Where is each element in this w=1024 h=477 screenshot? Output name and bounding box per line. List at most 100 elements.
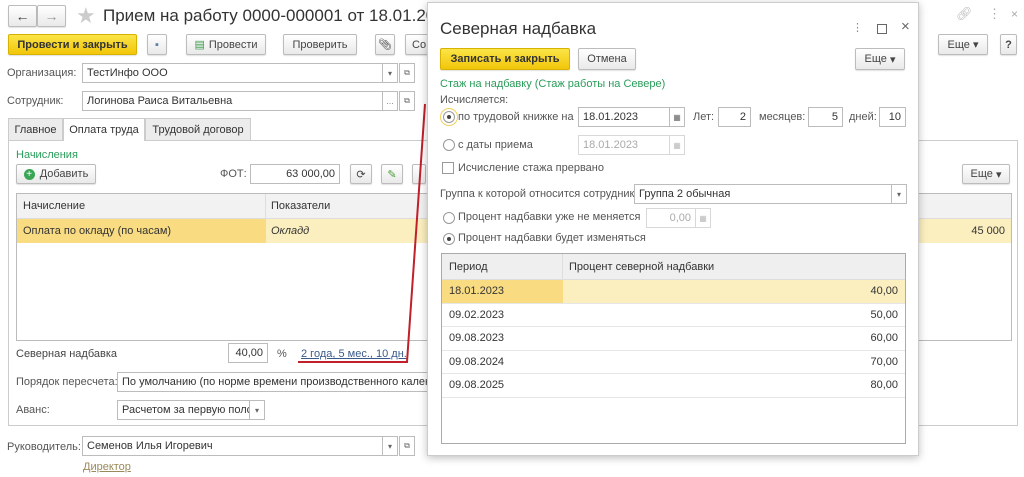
employee-field[interactable]: Логинова Раиса Витальевна xyxy=(82,91,383,111)
more-vert-icon[interactable]: ⋮ xyxy=(852,21,863,34)
years-field[interactable]: 2 xyxy=(718,107,751,127)
employee-label: Сотрудник: xyxy=(7,95,64,107)
save-icon[interactable]: ▪ xyxy=(147,34,167,55)
group-field[interactable]: Группа 2 обычная xyxy=(634,184,892,204)
open-icon[interactable]: ⧉ xyxy=(399,436,415,456)
arrow-right-icon: → xyxy=(44,8,59,24)
column-header-period[interactable]: Период xyxy=(442,254,563,279)
tab-contract[interactable]: Трудовой договор xyxy=(145,118,251,141)
dialog-title: Северная надбавка xyxy=(440,19,597,38)
column-header[interactable]: Показатели xyxy=(266,200,330,212)
fot-field[interactable]: 63 000,00 xyxy=(250,164,340,184)
tab-main[interactable]: Главное xyxy=(8,118,63,141)
calculator-icon[interactable]: ▦ xyxy=(695,208,711,228)
interrupted-checkbox[interactable] xyxy=(442,162,454,174)
dropdown-icon[interactable]: ▾ xyxy=(382,63,398,83)
months-field[interactable]: 5 xyxy=(808,107,843,127)
column-header[interactable]: Начисление xyxy=(17,194,266,218)
tab-pay[interactable]: Оплата труда xyxy=(63,118,145,141)
percent-cell: 50,00 xyxy=(870,308,898,321)
more-button[interactable]: Еще ▾ xyxy=(938,34,988,55)
star-icon[interactable]: ★ xyxy=(76,3,96,29)
fixed-percent-field[interactable]: 0,00 xyxy=(646,208,696,228)
percent-cell: 70,00 xyxy=(870,355,898,368)
percent-cell: 60,00 xyxy=(870,332,898,345)
more-vert-icon[interactable]: ⋮ xyxy=(988,6,1001,22)
table-more-button[interactable]: Еще ▾ xyxy=(962,164,1010,184)
north-bonus-label: Северная надбавка xyxy=(16,348,118,360)
dropdown-icon[interactable]: ▾ xyxy=(382,436,398,456)
percent-table: Период Процент северной надбавки 18.01.2… xyxy=(441,253,906,444)
tool-button[interactable] xyxy=(412,164,426,184)
open-icon[interactable]: ⧉ xyxy=(399,63,415,83)
org-label: Организация: xyxy=(7,67,77,79)
radio-from-hire[interactable] xyxy=(443,139,455,151)
percent-cell: 80,00 xyxy=(870,379,898,392)
advance-label: Аванс: xyxy=(16,404,50,416)
back-button[interactable]: ← xyxy=(8,5,37,27)
days-label: дней: xyxy=(849,111,877,123)
close-icon[interactable]: × xyxy=(1011,7,1018,21)
post-button[interactable]: ▤ Провести xyxy=(186,34,266,55)
check-button[interactable]: Проверить xyxy=(283,34,357,55)
accruals-heading: Начисления xyxy=(16,149,78,161)
refresh-icon[interactable]: ⟳ xyxy=(350,164,372,184)
close-icon[interactable]: × xyxy=(901,18,910,35)
table-row[interactable]: 18.01.2023 40,00 xyxy=(442,280,905,304)
forward-button[interactable]: → xyxy=(37,5,66,27)
calendar-icon[interactable]: ▦ xyxy=(669,107,685,127)
radio-label: с даты приема xyxy=(458,139,533,151)
period-cell: 09.08.2023 xyxy=(449,332,505,345)
dropdown-icon[interactable]: ▾ xyxy=(891,184,907,204)
post-and-close-button[interactable]: Провести и закрыть xyxy=(8,34,137,55)
table-row[interactable]: 09.08.2024 70,00 xyxy=(442,351,905,374)
north-bonus-field[interactable]: 40,00 xyxy=(228,343,268,363)
open-icon[interactable]: ⧉ xyxy=(399,91,415,111)
book-date-field[interactable]: 18.01.2023 xyxy=(578,107,670,127)
advance-field[interactable]: Расчетом за первую полс xyxy=(117,400,250,420)
arrow-left-icon: ← xyxy=(15,8,30,24)
table-row[interactable]: 09.08.2023 60,00 xyxy=(442,327,905,351)
dropdown-icon[interactable]: ▾ xyxy=(249,400,265,420)
north-bonus-dialog: Северная надбавка ⋮ × Записать и закрыть… xyxy=(427,2,919,456)
attach-icon[interactable]: 📎︎ xyxy=(375,34,395,55)
save-and-close-button[interactable]: Записать и закрыть xyxy=(440,48,570,70)
head-field[interactable]: Семенов Илья Игоревич xyxy=(82,436,383,456)
select-icon[interactable]: … xyxy=(382,91,398,111)
days-field[interactable]: 10 xyxy=(879,107,906,127)
checkbox-label: Исчисление стажа прервано xyxy=(458,162,604,174)
link-icon[interactable]: 🔗︎ xyxy=(956,6,973,22)
percent-sign: % xyxy=(277,348,287,360)
head-position-link[interactable]: Директор xyxy=(83,461,131,473)
seniority-section: Стаж на надбавку (Стаж работы на Севере) xyxy=(440,78,666,90)
add-button[interactable]: + Добавить xyxy=(16,164,96,184)
table-row[interactable]: 09.08.2025 80,00 xyxy=(442,374,905,398)
radio-fixed-percent[interactable] xyxy=(443,212,455,224)
window-title: Прием на работу 0000-000001 от 18.01.202… xyxy=(103,6,455,25)
maximize-icon[interactable] xyxy=(877,24,887,34)
help-button[interactable]: ? xyxy=(1000,34,1017,55)
radio-label: Процент надбавки уже не меняется xyxy=(458,211,641,223)
fot-label: ФОТ: xyxy=(220,168,247,180)
period-cell: 09.08.2024 xyxy=(449,355,505,368)
radio-label: по трудовой книжке на xyxy=(458,111,574,123)
table-header: Период Процент северной надбавки xyxy=(442,254,905,280)
edit-icon[interactable]: ✎ xyxy=(381,164,403,184)
table-row[interactable]: 09.02.2023 50,00 xyxy=(442,304,905,327)
hire-date-field[interactable]: 18.01.2023 xyxy=(578,135,670,155)
plus-circle-icon: + xyxy=(23,168,35,180)
calendar-icon[interactable]: ▦ xyxy=(669,135,685,155)
radio-changing-percent[interactable] xyxy=(443,233,455,245)
cancel-button[interactable]: Отмена xyxy=(578,48,636,70)
radio-label: Процент надбавки будет изменяться xyxy=(458,232,646,244)
recalc-label: Порядок пересчета: xyxy=(16,376,118,388)
recalc-field[interactable]: По умолчанию (по норме времени производс… xyxy=(117,372,437,392)
post-icon: ▤ xyxy=(194,39,205,51)
seniority-link[interactable]: 2 года, 5 мес., 10 дн. xyxy=(301,348,407,360)
dialog-more-button[interactable]: Еще ▾ xyxy=(855,48,905,70)
radio-by-workbook[interactable] xyxy=(440,108,458,126)
head-label: Руководитель: xyxy=(7,441,81,453)
column-header-percent[interactable]: Процент северной надбавки xyxy=(563,261,714,273)
years-label: Лет: xyxy=(693,111,715,123)
org-field[interactable]: ТестИнфо ООО xyxy=(82,63,383,83)
